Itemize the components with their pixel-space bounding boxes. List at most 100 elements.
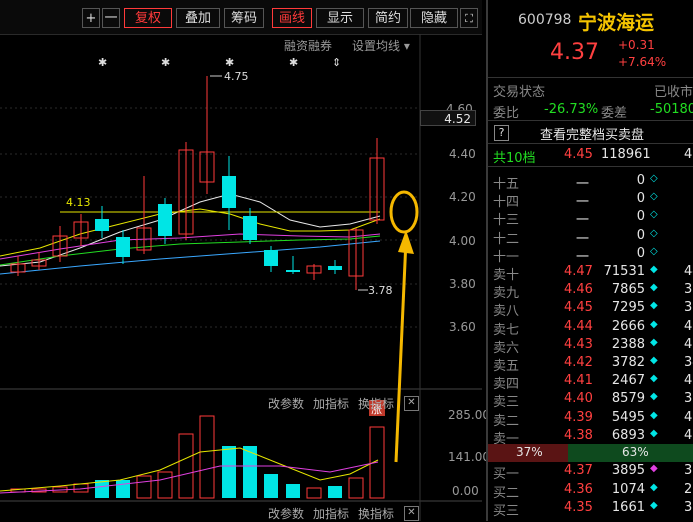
event-marker[interactable]: ✱ bbox=[289, 56, 298, 69]
level-label: 十三 bbox=[493, 213, 520, 229]
total-price: 4.45 bbox=[564, 147, 593, 162]
quote-panel: 600798 宁波海运 4.37 +0.31 +7.64% 交易状态 已收市 委… bbox=[486, 0, 693, 521]
level-volume: 0 bbox=[636, 245, 645, 261]
add-indicator-button[interactable]: 加指标 bbox=[313, 395, 349, 412]
level-label: 卖四 bbox=[493, 377, 520, 393]
price-tick: 4.20 bbox=[449, 190, 476, 204]
order-book-row[interactable]: 十二 一 0 ◇ bbox=[488, 228, 693, 248]
level-diamond-icon: ◇ bbox=[650, 209, 658, 221]
switch-indicator-button-2[interactable]: 换指标 bbox=[358, 505, 394, 522]
level-price: 4.37 bbox=[564, 463, 593, 478]
level-price: 一 bbox=[576, 213, 590, 229]
level-label: 卖五 bbox=[493, 359, 520, 374]
level-diamond-icon: ◇ bbox=[650, 173, 658, 184]
overlay-button[interactable]: 叠加 bbox=[176, 8, 220, 28]
level-diamond-icon: ◇ bbox=[650, 191, 658, 203]
order-book-row[interactable]: 卖十 4.47 71531 ◆ 44 bbox=[488, 264, 693, 284]
level-diamond-icon: ◆ bbox=[650, 427, 658, 439]
current-price-tag: 4.52 bbox=[420, 110, 476, 126]
zoom-in-button[interactable]: + bbox=[82, 8, 100, 28]
level-extra: 34 bbox=[684, 355, 693, 370]
close-icon[interactable]: ✕ bbox=[404, 506, 419, 521]
level-volume: 6893 bbox=[611, 427, 645, 443]
add-indicator-button-2[interactable]: 加指标 bbox=[313, 505, 349, 522]
highlight-arrow-line bbox=[394, 239, 408, 463]
switch-indicator-button[interactable]: 换指标 bbox=[358, 395, 394, 412]
order-book-row[interactable]: 卖八 4.45 7295 ◆ 37 bbox=[488, 300, 693, 320]
level-label: 卖三 bbox=[493, 395, 520, 411]
order-book-row[interactable]: 十五 一 0 ◇ bbox=[488, 173, 693, 193]
level-diamond-icon: ◆ bbox=[650, 481, 658, 493]
price-tick: 3.60 bbox=[449, 320, 476, 334]
level-extra: 42 bbox=[684, 318, 693, 334]
event-marker[interactable]: ✱ bbox=[98, 56, 107, 69]
order-book-row[interactable]: 卖七 4.44 2666 ◆ 42 bbox=[488, 319, 693, 339]
order-book-row[interactable]: 卖三 4.40 8579 ◆ 33 bbox=[488, 391, 693, 411]
full-book-link[interactable]: 查看完整档买卖盘 bbox=[540, 124, 644, 143]
ma-value-label: 4.13 bbox=[66, 196, 91, 209]
hide-button[interactable]: 隐藏 bbox=[410, 8, 458, 28]
order-book-row[interactable]: 十四 一 0 ◇ bbox=[488, 191, 693, 211]
level-label: 十五 bbox=[493, 177, 520, 192]
level-volume: 7295 bbox=[611, 300, 645, 316]
level-price: 4.38 bbox=[564, 427, 593, 443]
highlight-circle bbox=[389, 190, 419, 234]
zoom-out-button[interactable]: 一 bbox=[102, 8, 120, 28]
fuquan-button[interactable]: 复权 bbox=[124, 8, 172, 28]
display-button[interactable]: 显示 bbox=[316, 8, 364, 28]
order-book-row[interactable]: 十一 一 0 ◇ bbox=[488, 246, 693, 266]
order-book-row[interactable]: 十三 一 0 ◇ bbox=[488, 209, 693, 229]
level-volume: 1661 bbox=[611, 500, 645, 515]
level-volume: 71531 bbox=[603, 264, 645, 279]
level-volume: 0 bbox=[636, 173, 645, 188]
level-extra: 33 bbox=[684, 391, 693, 407]
level-diamond-icon: ◆ bbox=[650, 463, 658, 474]
order-book-row[interactable]: 卖四 4.41 2467 ◆ 43 bbox=[488, 373, 693, 393]
level-extra: 47 bbox=[684, 409, 693, 425]
level-extra: 27 bbox=[684, 481, 693, 497]
level-volume: 5495 bbox=[611, 409, 645, 425]
total-extra: 41 bbox=[684, 147, 693, 162]
order-book-row[interactable]: 卖九 4.46 7865 ◆ 33 bbox=[488, 282, 693, 302]
price-tick: 3.80 bbox=[449, 277, 476, 291]
order-book-row[interactable]: 卖六 4.43 2388 ◆ 40 bbox=[488, 337, 693, 357]
order-book-row[interactable]: 买三 4.35 1661 ◆ 30 bbox=[488, 500, 693, 520]
help-icon[interactable]: ? bbox=[494, 125, 509, 141]
level-diamond-icon: ◇ bbox=[650, 227, 658, 239]
order-book-row[interactable]: 卖五 4.42 3782 ◆ 34 bbox=[488, 355, 693, 375]
level-volume: 3895 bbox=[611, 463, 645, 478]
level-diamond-icon: ◆ bbox=[650, 391, 658, 403]
level-label: 十二 bbox=[493, 231, 520, 247]
change-params-button[interactable]: 改参数 bbox=[268, 395, 304, 412]
total-levels-label: 共10档 bbox=[493, 151, 536, 166]
event-marker[interactable]: ⇕ bbox=[332, 56, 341, 69]
total-volume: 118961 bbox=[601, 147, 651, 162]
level-volume: 8579 bbox=[611, 391, 645, 407]
event-marker[interactable]: ✱ bbox=[225, 56, 234, 69]
last-price: 4.37 bbox=[550, 40, 599, 65]
draw-line-button[interactable]: 画线 bbox=[272, 8, 312, 28]
event-marker[interactable]: ✱ bbox=[161, 56, 170, 69]
level-price: 4.47 bbox=[564, 264, 593, 279]
level-price: 4.39 bbox=[564, 409, 593, 425]
level-extra: 33 bbox=[684, 282, 693, 298]
level-extra: 43 bbox=[684, 373, 693, 389]
change-params-button-2[interactable]: 改参数 bbox=[268, 505, 304, 522]
level-extra: 37 bbox=[684, 300, 693, 316]
level-diamond-icon: ◆ bbox=[650, 300, 658, 312]
fullscreen-icon[interactable]: ⛶ bbox=[460, 8, 478, 28]
kline-chart: ✱ ✱ ✱ ✱ ⇕ 4.75 3.78 4.13 涨 bbox=[0, 34, 482, 521]
high-price-annotation: 4.75 bbox=[224, 70, 249, 83]
level-price: 4.36 bbox=[564, 481, 593, 497]
ratio-right: 63% bbox=[622, 445, 649, 459]
ratio-left: 37% bbox=[516, 445, 543, 459]
order-book-row[interactable]: 买一 4.37 3895 ◆ 35 bbox=[488, 463, 693, 483]
order-book-row[interactable]: 买二 4.36 1074 ◆ 27 bbox=[488, 482, 693, 502]
close-icon[interactable]: ✕ bbox=[404, 396, 419, 411]
order-book-row[interactable]: 卖二 4.39 5495 ◆ 47 bbox=[488, 410, 693, 430]
stock-name: 宁波海运 bbox=[578, 12, 655, 34]
price-tick: 4.00 bbox=[449, 234, 476, 248]
simple-button[interactable]: 简约 bbox=[368, 8, 408, 28]
level-volume: 7865 bbox=[611, 282, 645, 298]
chips-button[interactable]: 筹码 bbox=[224, 8, 264, 28]
